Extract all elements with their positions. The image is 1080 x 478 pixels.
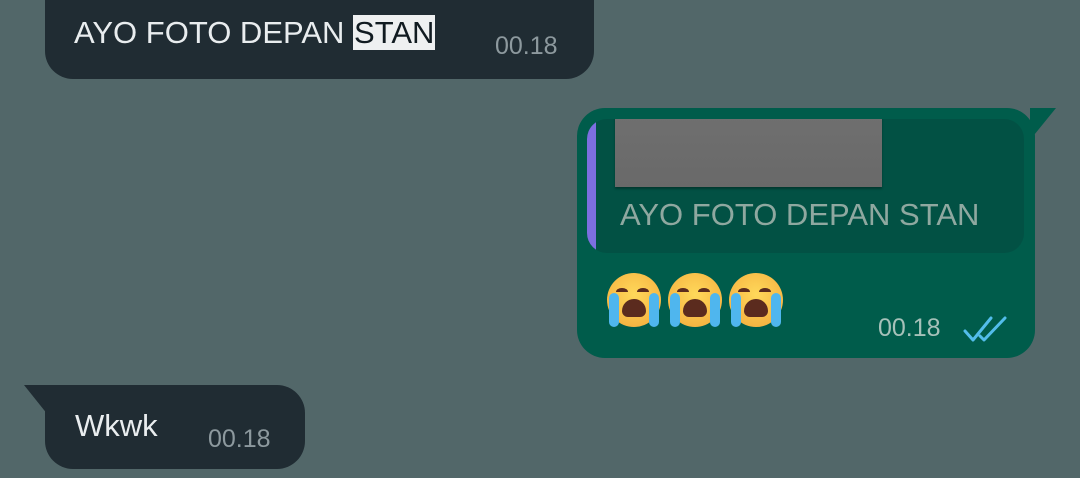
message-bubble-incoming[interactable]: AYO FOTO DEPAN STAN 00.18	[45, 0, 594, 79]
quote-accent-bar	[587, 119, 596, 253]
quoted-message[interactable]: AYO FOTO DEPAN STAN	[587, 119, 1024, 253]
loudly-crying-face-icon	[726, 271, 787, 331]
double-check-icon	[963, 316, 1007, 342]
message-text-plain: AYO FOTO DEPAN	[74, 15, 354, 50]
message-bubble-incoming[interactable]: Wkwk 00.18	[24, 385, 305, 469]
loudly-crying-face-icon	[604, 271, 665, 331]
quoted-message-text: AYO FOTO DEPAN STAN	[620, 197, 980, 232]
loudly-crying-face-icon	[665, 271, 726, 331]
selected-text-highlight[interactable]: STAN	[353, 15, 436, 50]
message-timestamp: 00.18	[878, 314, 941, 342]
message-bubble-outgoing[interactable]: AYO FOTO DEPAN STAN 00.18	[577, 108, 1056, 358]
emoji-message	[604, 271, 787, 343]
bubble-tail	[24, 385, 48, 415]
message-timestamp: 00.18	[208, 425, 271, 453]
redacted-author-name	[615, 119, 882, 187]
message-timestamp: 00.18	[495, 32, 558, 60]
message-text[interactable]: Wkwk	[75, 408, 158, 444]
bubble-tail	[1030, 108, 1056, 140]
message-text[interactable]: AYO FOTO DEPAN STAN	[74, 15, 436, 51]
